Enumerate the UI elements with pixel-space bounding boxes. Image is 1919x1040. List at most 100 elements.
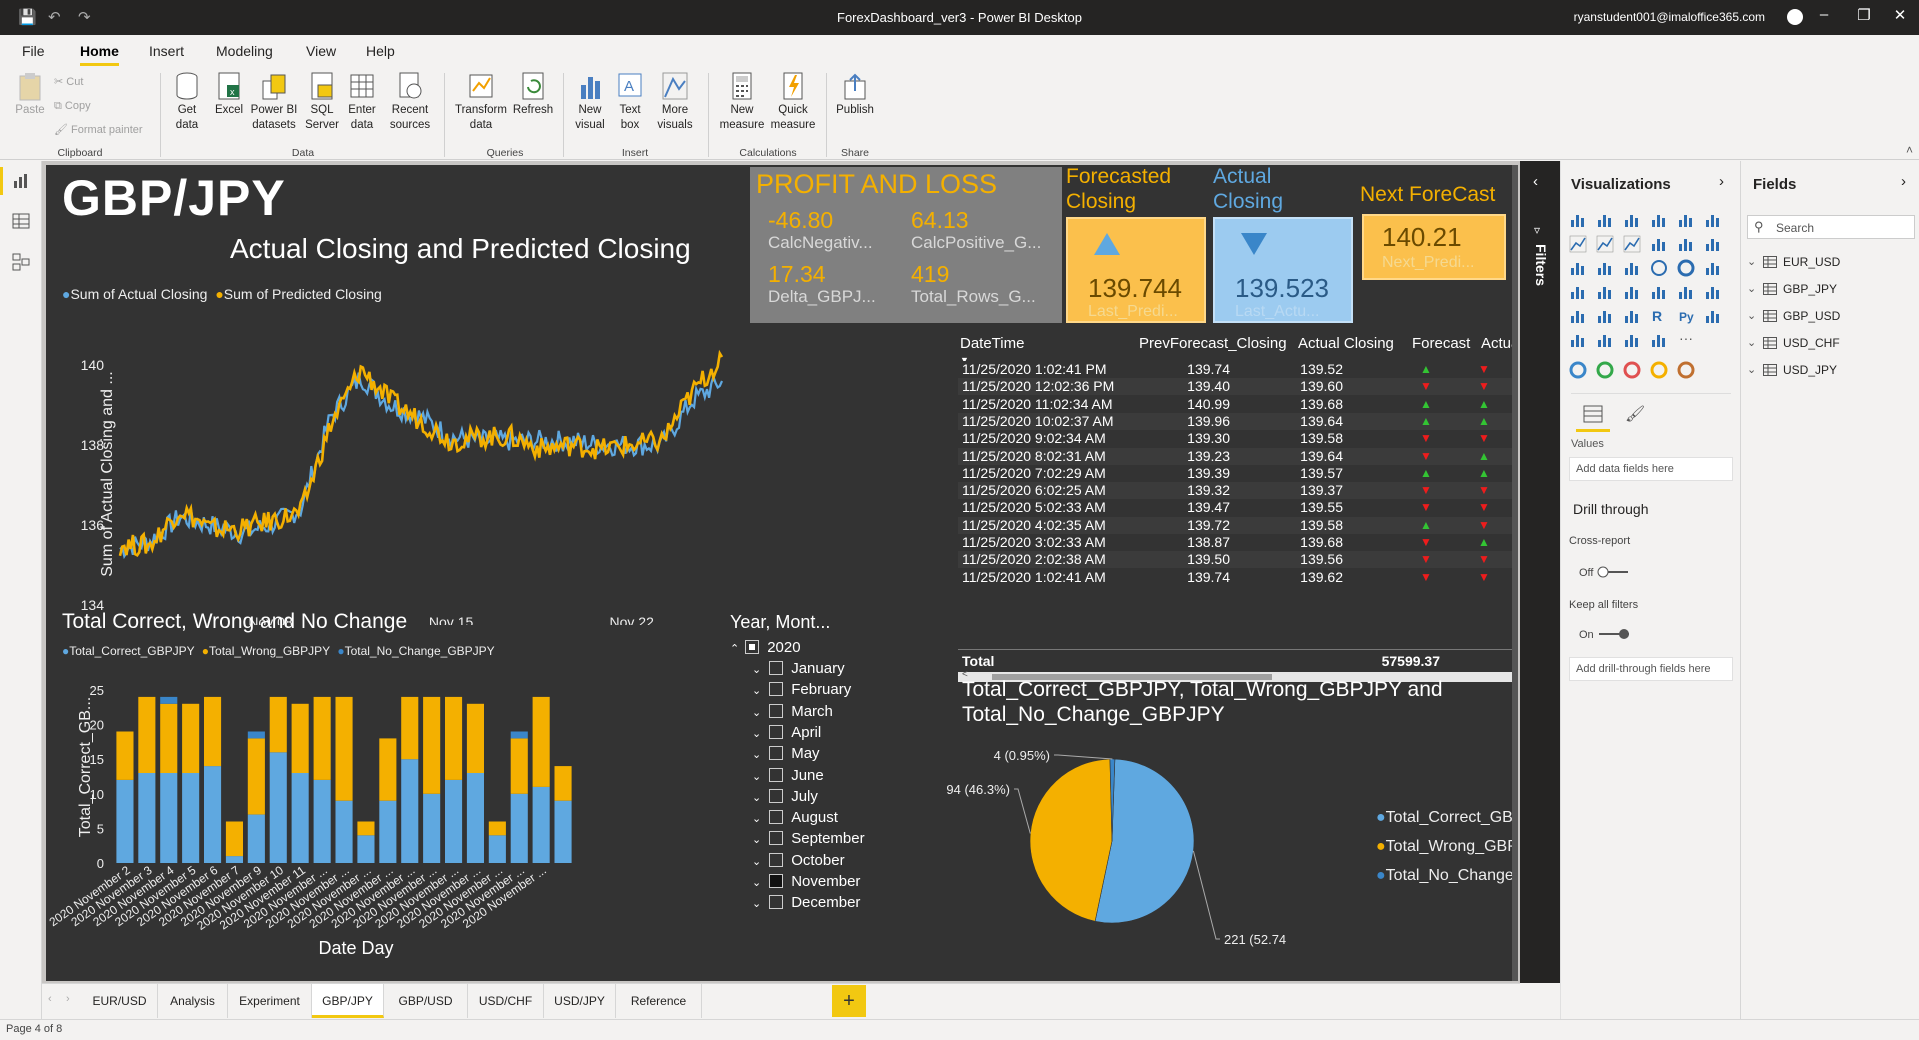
bar-segment[interactable]	[488, 835, 506, 863]
bar-segment[interactable]	[160, 696, 178, 704]
table-row[interactable]: 11/25/2020 6:02:25 AM139.32139.37▼▼C	[958, 482, 1518, 500]
visual-shape-icon[interactable]	[1650, 331, 1668, 349]
bar-segment[interactable]	[116, 731, 134, 780]
table-row[interactable]: 11/25/2020 9:02:34 AM139.30139.58▼▼C	[958, 430, 1518, 448]
fields-well-icon[interactable]	[1583, 405, 1603, 423]
visual-bar-icon[interactable]	[1677, 211, 1695, 229]
tab-gbp-usd[interactable]: GBP/USD	[384, 984, 468, 1018]
bar-segment[interactable]	[445, 780, 463, 863]
visual-combo-icon[interactable]	[1677, 235, 1695, 253]
chevron-down-icon[interactable]: ⌄	[752, 685, 761, 697]
custom-visual-icon[interactable]	[1596, 361, 1614, 379]
bar-segment[interactable]	[225, 856, 243, 863]
visual-line-icon[interactable]	[1569, 235, 1587, 253]
table-row[interactable]: 11/25/2020 10:02:37 AM139.96139.64▲▲C	[958, 412, 1518, 430]
visual-kpi-icon[interactable]	[1704, 283, 1722, 301]
checkbox[interactable]	[769, 831, 784, 846]
custom-visual-icon[interactable]	[1677, 361, 1695, 379]
visual-line-icon[interactable]	[1623, 235, 1641, 253]
checkbox[interactable]	[769, 661, 784, 675]
slicer-item[interactable]: ⌄ March	[752, 701, 892, 722]
visual-col-icon[interactable]	[1704, 211, 1722, 229]
slicer-item[interactable]: ⌄ May	[752, 743, 892, 764]
visual-water-icon[interactable]	[1569, 259, 1587, 277]
menu-view[interactable]: View	[306, 43, 336, 59]
tab-usd-jpy[interactable]: USD/JPY	[544, 984, 616, 1018]
slicer-item[interactable]: ⌄ September	[752, 828, 892, 849]
chevron-down-icon[interactable]: ⌄	[1747, 303, 1756, 329]
chevron-down-icon[interactable]: ⌄	[752, 707, 761, 719]
tab-prev-icon[interactable]: ‹	[48, 993, 52, 1005]
custom-visual-icon[interactable]	[1623, 361, 1641, 379]
bar-segment[interactable]	[423, 696, 441, 794]
tab-analysis[interactable]: Analysis	[158, 984, 228, 1018]
bar-segment[interactable]	[401, 759, 419, 863]
checkbox[interactable]	[769, 895, 784, 910]
bar-segment[interactable]	[269, 752, 287, 863]
chevron-down-icon[interactable]: ⌄	[1747, 249, 1756, 275]
bar-segment[interactable]	[466, 703, 484, 773]
pie-chart[interactable]: 221 (52.74%) 194 (46.3%) 4 (0.95%)	[946, 735, 1286, 955]
checkbox[interactable]	[769, 788, 784, 803]
visual-ribbon-icon[interactable]	[1704, 235, 1722, 253]
get-data-button[interactable]: Get data	[168, 71, 206, 133]
checkbox[interactable]	[769, 746, 784, 761]
visual-tree-icon[interactable]	[1704, 259, 1722, 277]
field-table-usd-jpy[interactable]: ⌄ USD_JPY	[1741, 357, 1919, 383]
refresh-button[interactable]: Refresh	[510, 71, 556, 118]
visual-decomp-icon[interactable]	[1569, 331, 1587, 349]
chevron-down-icon[interactable]: ⌄	[752, 749, 761, 761]
minimize-button[interactable]: –	[1809, 6, 1839, 28]
visual-slicer-icon[interactable]	[1569, 307, 1587, 325]
table-row[interactable]: 11/25/2020 11:02:34 AM140.99139.68▲▲C	[958, 395, 1518, 413]
bar-segment[interactable]	[116, 780, 134, 863]
chevron-down-icon[interactable]: ⌄	[1747, 330, 1756, 356]
bar-segment[interactable]	[445, 696, 463, 780]
bar-segment[interactable]	[182, 773, 200, 863]
col-actual-closing[interactable]: Actual Closing	[1298, 333, 1394, 354]
table-row[interactable]: 11/25/2020 12:02:36 PM139.40139.60▼▼C	[958, 378, 1518, 396]
menu-help[interactable]: Help	[366, 43, 395, 59]
bar-segment[interactable]	[182, 703, 200, 773]
bar-segment[interactable]	[291, 703, 309, 773]
chevron-down-icon[interactable]: ⌄	[1747, 276, 1756, 302]
recent-sources-button[interactable]: Recent sources	[382, 71, 438, 133]
pie-slice[interactable]	[1029, 758, 1113, 922]
col-datetime[interactable]: DateTime	[960, 333, 1024, 354]
visual-gauge-icon[interactable]	[1623, 283, 1641, 301]
tab-eur-usd[interactable]: EUR/USD	[82, 984, 158, 1018]
bar-segment[interactable]	[532, 786, 550, 863]
bar-segment[interactable]	[510, 793, 528, 863]
custom-visual-icon[interactable]	[1569, 361, 1587, 379]
checkbox[interactable]	[769, 810, 784, 825]
add-page-button[interactable]: +	[832, 985, 866, 1017]
table-row[interactable]: 11/25/2020 4:02:35 AM139.72139.58▲▼W	[958, 516, 1518, 534]
bar-segment[interactable]	[247, 814, 265, 863]
bar-segment[interactable]	[204, 766, 222, 863]
cross-report-toggle[interactable]: Off	[1579, 565, 1631, 579]
collapse-icon[interactable]: ⌃	[730, 643, 739, 655]
values-well[interactable]: Add data fields here	[1569, 457, 1733, 481]
checkbox-year[interactable]	[745, 640, 760, 654]
visual-donut-icon[interactable]	[1677, 259, 1695, 277]
tab-experiment[interactable]: Experiment	[228, 984, 312, 1018]
field-table-eur-usd[interactable]: ⌄ EUR_USD	[1741, 249, 1919, 275]
chevron-down-icon[interactable]: ⌄	[752, 834, 761, 846]
checkbox[interactable]	[769, 682, 784, 697]
chevron-down-icon[interactable]: ⌄	[752, 898, 761, 910]
bar-segment[interactable]	[510, 731, 528, 739]
bar-segment[interactable]	[379, 738, 397, 801]
checkbox[interactable]	[769, 852, 784, 867]
visual-bar-icon[interactable]	[1623, 211, 1641, 229]
menu-modeling[interactable]: Modeling	[216, 43, 273, 59]
visual-py-icon[interactable]: Py	[1677, 307, 1695, 325]
bar-segment[interactable]	[379, 800, 397, 863]
checkbox[interactable]	[769, 874, 784, 888]
visual-pie-icon[interactable]	[1650, 259, 1668, 277]
tab-gbp-jpy[interactable]: GBP/JPY	[312, 984, 384, 1018]
close-button[interactable]: ✕	[1885, 6, 1915, 28]
checkbox[interactable]	[769, 767, 784, 782]
visual-r-icon[interactable]: R	[1650, 307, 1668, 325]
quick-measure-button[interactable]: Quick measure	[768, 71, 818, 133]
bar-segment[interactable]	[247, 738, 265, 815]
